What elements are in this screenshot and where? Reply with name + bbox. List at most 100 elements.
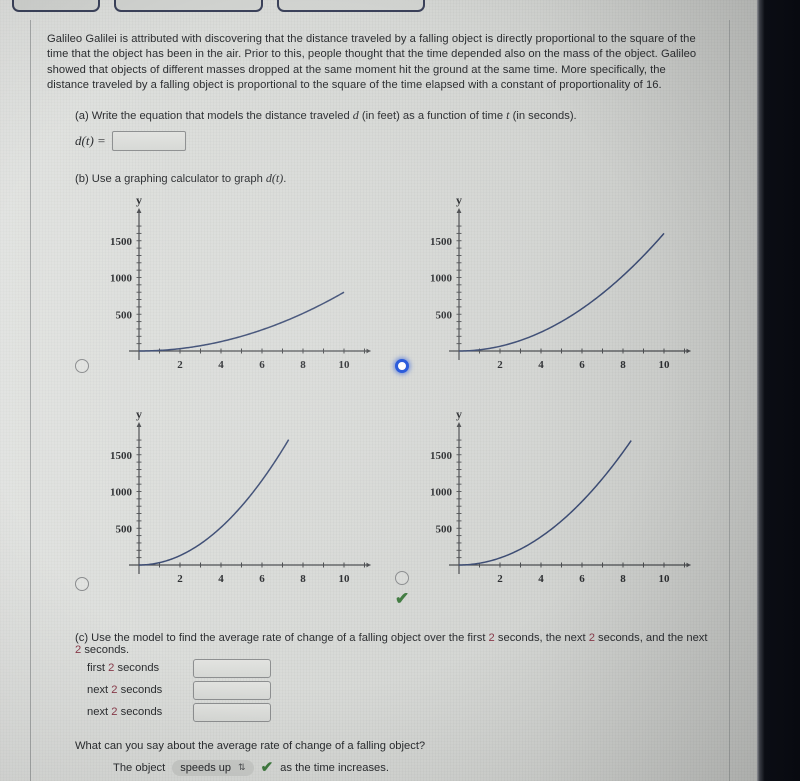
radio-choice-1[interactable] <box>75 358 89 373</box>
dropdown-value: speeds up <box>180 761 232 774</box>
part-c-row-1: first 2 seconds <box>87 658 715 678</box>
x-tick-label: 4 <box>538 573 544 585</box>
chart-choice-1: 24681050010001500xy <box>110 193 384 371</box>
part-c-row-2: next 2 seconds <box>87 680 715 700</box>
toolbar: MY NOTES ASK YOUR TEACHER PRACTICE ANOTH… <box>0 0 757 16</box>
chart-choice-2: 24681050010001500xy <box>430 193 704 371</box>
y-tick-label: 1000 <box>430 486 453 498</box>
x-tick-label: 8 <box>620 359 626 371</box>
practice-another-button[interactable]: PRACTICE ANOTHER <box>276 0 425 12</box>
problem-statement: Galileo Galilei is attributed with disco… <box>47 33 697 92</box>
part-b-function: d(t) <box>265 170 284 185</box>
graph-choice-2[interactable]: 24681050010001500xy <box>389 193 709 406</box>
graph-row-2: 24681050010001500xy 24681050010001500xy … <box>69 407 709 622</box>
x-tick-label: 2 <box>177 573 183 585</box>
chart-choice-3: 24681050010001500xy <box>110 407 384 585</box>
y-axis-label: y <box>136 196 142 207</box>
part-c-prompt-mid1: seconds, the next <box>494 631 589 644</box>
x-tick-label: 6 <box>259 573 265 585</box>
final-lead-text: The object <box>113 761 166 774</box>
part-c-prompt-pre: (c) Use the model to find the average ra… <box>75 631 489 644</box>
radio-choice-2[interactable] <box>395 358 409 373</box>
y-axis-label: y <box>456 410 462 421</box>
y-axis-label: y <box>456 196 462 207</box>
graph-choice-1[interactable]: 24681050010001500xy <box>69 193 389 406</box>
my-notes-button[interactable]: MY NOTES <box>12 0 101 12</box>
final-correct-check-icon: ✔ <box>260 759 274 777</box>
question-body: Galileo Galilei is attributed with disco… <box>30 20 730 781</box>
part-c-row-3: next 2 seconds <box>87 702 715 722</box>
graph-choices: 24681050010001500xy 24681050010001500xy … <box>69 193 709 622</box>
part-a-answer-input[interactable] <box>111 130 186 151</box>
y-tick-label: 1500 <box>110 235 133 247</box>
final-answer-row: The object speeds up ⇅ ✔ as the time inc… <box>113 759 715 777</box>
rate-of-change-dropdown[interactable]: speeds up ⇅ <box>172 759 254 776</box>
screen-edge-shadow <box>757 0 800 781</box>
y-tick-label: 1000 <box>110 272 133 284</box>
part-c-label-1: first 2 seconds <box>87 662 179 674</box>
curve-path <box>458 439 632 566</box>
y-tick-label: 1000 <box>430 272 453 284</box>
worksheet-page: MY NOTES ASK YOUR TEACHER PRACTICE ANOTH… <box>0 0 757 781</box>
part-a-answer-row: d(t) = <box>75 130 715 151</box>
part-c-prompt-mid2: seconds, and the next <box>594 631 708 644</box>
x-tick-label: 10 <box>659 359 671 371</box>
correct-answer-check-icon: ✔ <box>395 588 410 608</box>
graph-row-1: 24681050010001500xy 24681050010001500xy <box>69 193 709 406</box>
part-c-prompt: (c) Use the model to find the average ra… <box>75 632 715 656</box>
x-tick-label: 6 <box>579 359 585 371</box>
graph-plot-1: 24681050010001500xy <box>99 193 384 396</box>
chevron-updown-icon: ⇅ <box>238 762 246 773</box>
y-tick-label: 500 <box>116 523 133 535</box>
part-c-label-3: next 2 seconds <box>87 706 179 718</box>
part-c-label-3-pre: next <box>87 706 112 719</box>
part-c-label-2: next 2 seconds <box>87 684 179 696</box>
graph-plot-3: 24681050010001500xy <box>99 407 384 610</box>
x-tick-label: 8 <box>300 359 306 371</box>
ask-your-teacher-button[interactable]: ASK YOUR TEACHER <box>114 0 263 12</box>
part-c-input-3[interactable] <box>193 702 271 722</box>
part-b-prompt-pre: (b) Use a graphing calculator to graph <box>75 172 266 185</box>
x-tick-label: 10 <box>339 359 351 371</box>
x-tick-label: 10 <box>339 573 351 585</box>
part-c-label-2-post: seconds <box>117 684 163 697</box>
y-tick-label: 500 <box>436 523 453 535</box>
final-question: What can you say about the average rate … <box>75 739 426 752</box>
part-c-label-3-post: seconds <box>117 706 163 719</box>
part-a-prompt-post: (in seconds). <box>509 109 577 122</box>
curve-path <box>458 232 665 352</box>
y-tick-label: 500 <box>116 309 133 321</box>
y-tick-label: 1500 <box>110 449 133 461</box>
x-tick-label: 4 <box>538 359 544 371</box>
graph-choice-3[interactable]: 24681050010001500xy <box>69 407 389 622</box>
part-c-label-2-pre: next <box>87 684 112 697</box>
curve-path <box>139 291 345 352</box>
part-a-prompt-mid: (in feet) as a function of time <box>358 109 507 122</box>
part-c-label-1-post: seconds <box>114 662 160 675</box>
part-c-label-1-pre: first <box>87 662 109 675</box>
x-tick-label: 2 <box>177 359 183 371</box>
y-tick-label: 1500 <box>430 449 453 461</box>
x-tick-label: 6 <box>579 573 585 585</box>
graph-plot-4: 24681050010001500xy <box>419 407 704 610</box>
part-c-input-1[interactable] <box>193 658 271 678</box>
x-tick-label: 8 <box>620 573 626 585</box>
radio-choice-4[interactable] <box>395 570 409 585</box>
graph-choice-4[interactable]: 24681050010001500xy ✔ <box>389 407 709 622</box>
dt-equals-label: d(t) = <box>75 132 106 148</box>
x-tick-label: 8 <box>300 573 306 585</box>
part-c-input-2[interactable] <box>193 680 271 700</box>
radio-choice-3[interactable] <box>75 576 89 591</box>
y-tick-label: 1500 <box>430 235 453 247</box>
x-tick-label: 4 <box>218 573 224 585</box>
curve-path <box>138 438 290 566</box>
x-tick-label: 4 <box>218 359 224 371</box>
graph-plot-2: 24681050010001500xy <box>419 193 704 396</box>
part-c-prompt-post: seconds. <box>81 643 130 656</box>
y-tick-label: 500 <box>436 309 453 321</box>
chart-choice-4: 24681050010001500xy <box>430 407 704 585</box>
y-axis-label: y <box>136 410 142 421</box>
part-a-prompt: (a) Write the equation that models the d… <box>75 108 715 123</box>
x-tick-label: 6 <box>259 359 265 371</box>
x-tick-label: 10 <box>659 573 671 585</box>
